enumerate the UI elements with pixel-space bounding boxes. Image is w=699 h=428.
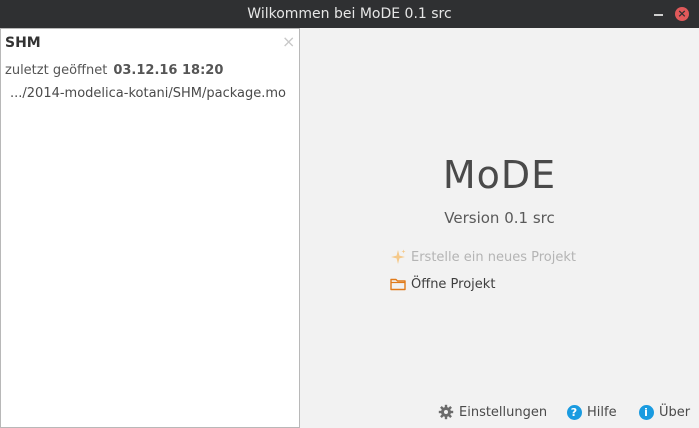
opened-date: 03.12.16 18:20 bbox=[113, 63, 224, 78]
open-project-label: Öffne Projekt bbox=[411, 276, 496, 292]
help-icon: ? bbox=[566, 404, 582, 420]
recent-projects-panel: SHM × zuletzt geöffnet 03.12.16 18:20 ...… bbox=[0, 28, 300, 428]
open-project-link[interactable]: Öffne Projekt bbox=[389, 275, 495, 293]
close-icon: × bbox=[677, 7, 687, 20]
settings-label: Einstellungen bbox=[459, 404, 548, 420]
minimize-icon bbox=[653, 14, 663, 16]
recent-project-title[interactable]: SHM bbox=[5, 35, 41, 51]
remove-recent-close-icon[interactable]: × bbox=[282, 32, 295, 51]
app-name: MoDE bbox=[442, 153, 557, 197]
folder-icon bbox=[389, 275, 407, 293]
help-label: Hilfe bbox=[587, 404, 617, 420]
about-label: Über bbox=[659, 404, 691, 420]
new-project-label: Erstelle ein neues Projekt bbox=[411, 249, 577, 265]
minimize-button[interactable] bbox=[651, 7, 665, 21]
recent-project-opened: zuletzt geöffnet 03.12.16 18:20 bbox=[5, 63, 223, 78]
app-version: Version 0.1 src bbox=[444, 209, 555, 227]
recent-project-path[interactable]: .../2014-modelica-kotani/SHM/package.mo bbox=[10, 86, 286, 101]
about-link[interactable]: i Über bbox=[638, 404, 690, 420]
window-title: Wilkommen bei MoDE 0.1 src bbox=[247, 6, 452, 22]
settings-link[interactable]: Einstellungen bbox=[438, 404, 547, 420]
welcome-window: Wilkommen bei MoDE 0.1 src × SHM × zulet… bbox=[0, 0, 699, 428]
help-link[interactable]: ? Hilfe bbox=[566, 404, 617, 420]
close-button[interactable]: × bbox=[675, 7, 689, 21]
new-project-link[interactable]: Erstelle ein neues Projekt bbox=[389, 248, 576, 266]
opened-label: zuletzt geöffnet bbox=[5, 63, 108, 78]
info-icon: i bbox=[638, 404, 654, 420]
sparkle-icon bbox=[389, 248, 407, 266]
title-bar: Wilkommen bei MoDE 0.1 src × bbox=[0, 0, 699, 28]
gear-icon bbox=[438, 404, 454, 420]
